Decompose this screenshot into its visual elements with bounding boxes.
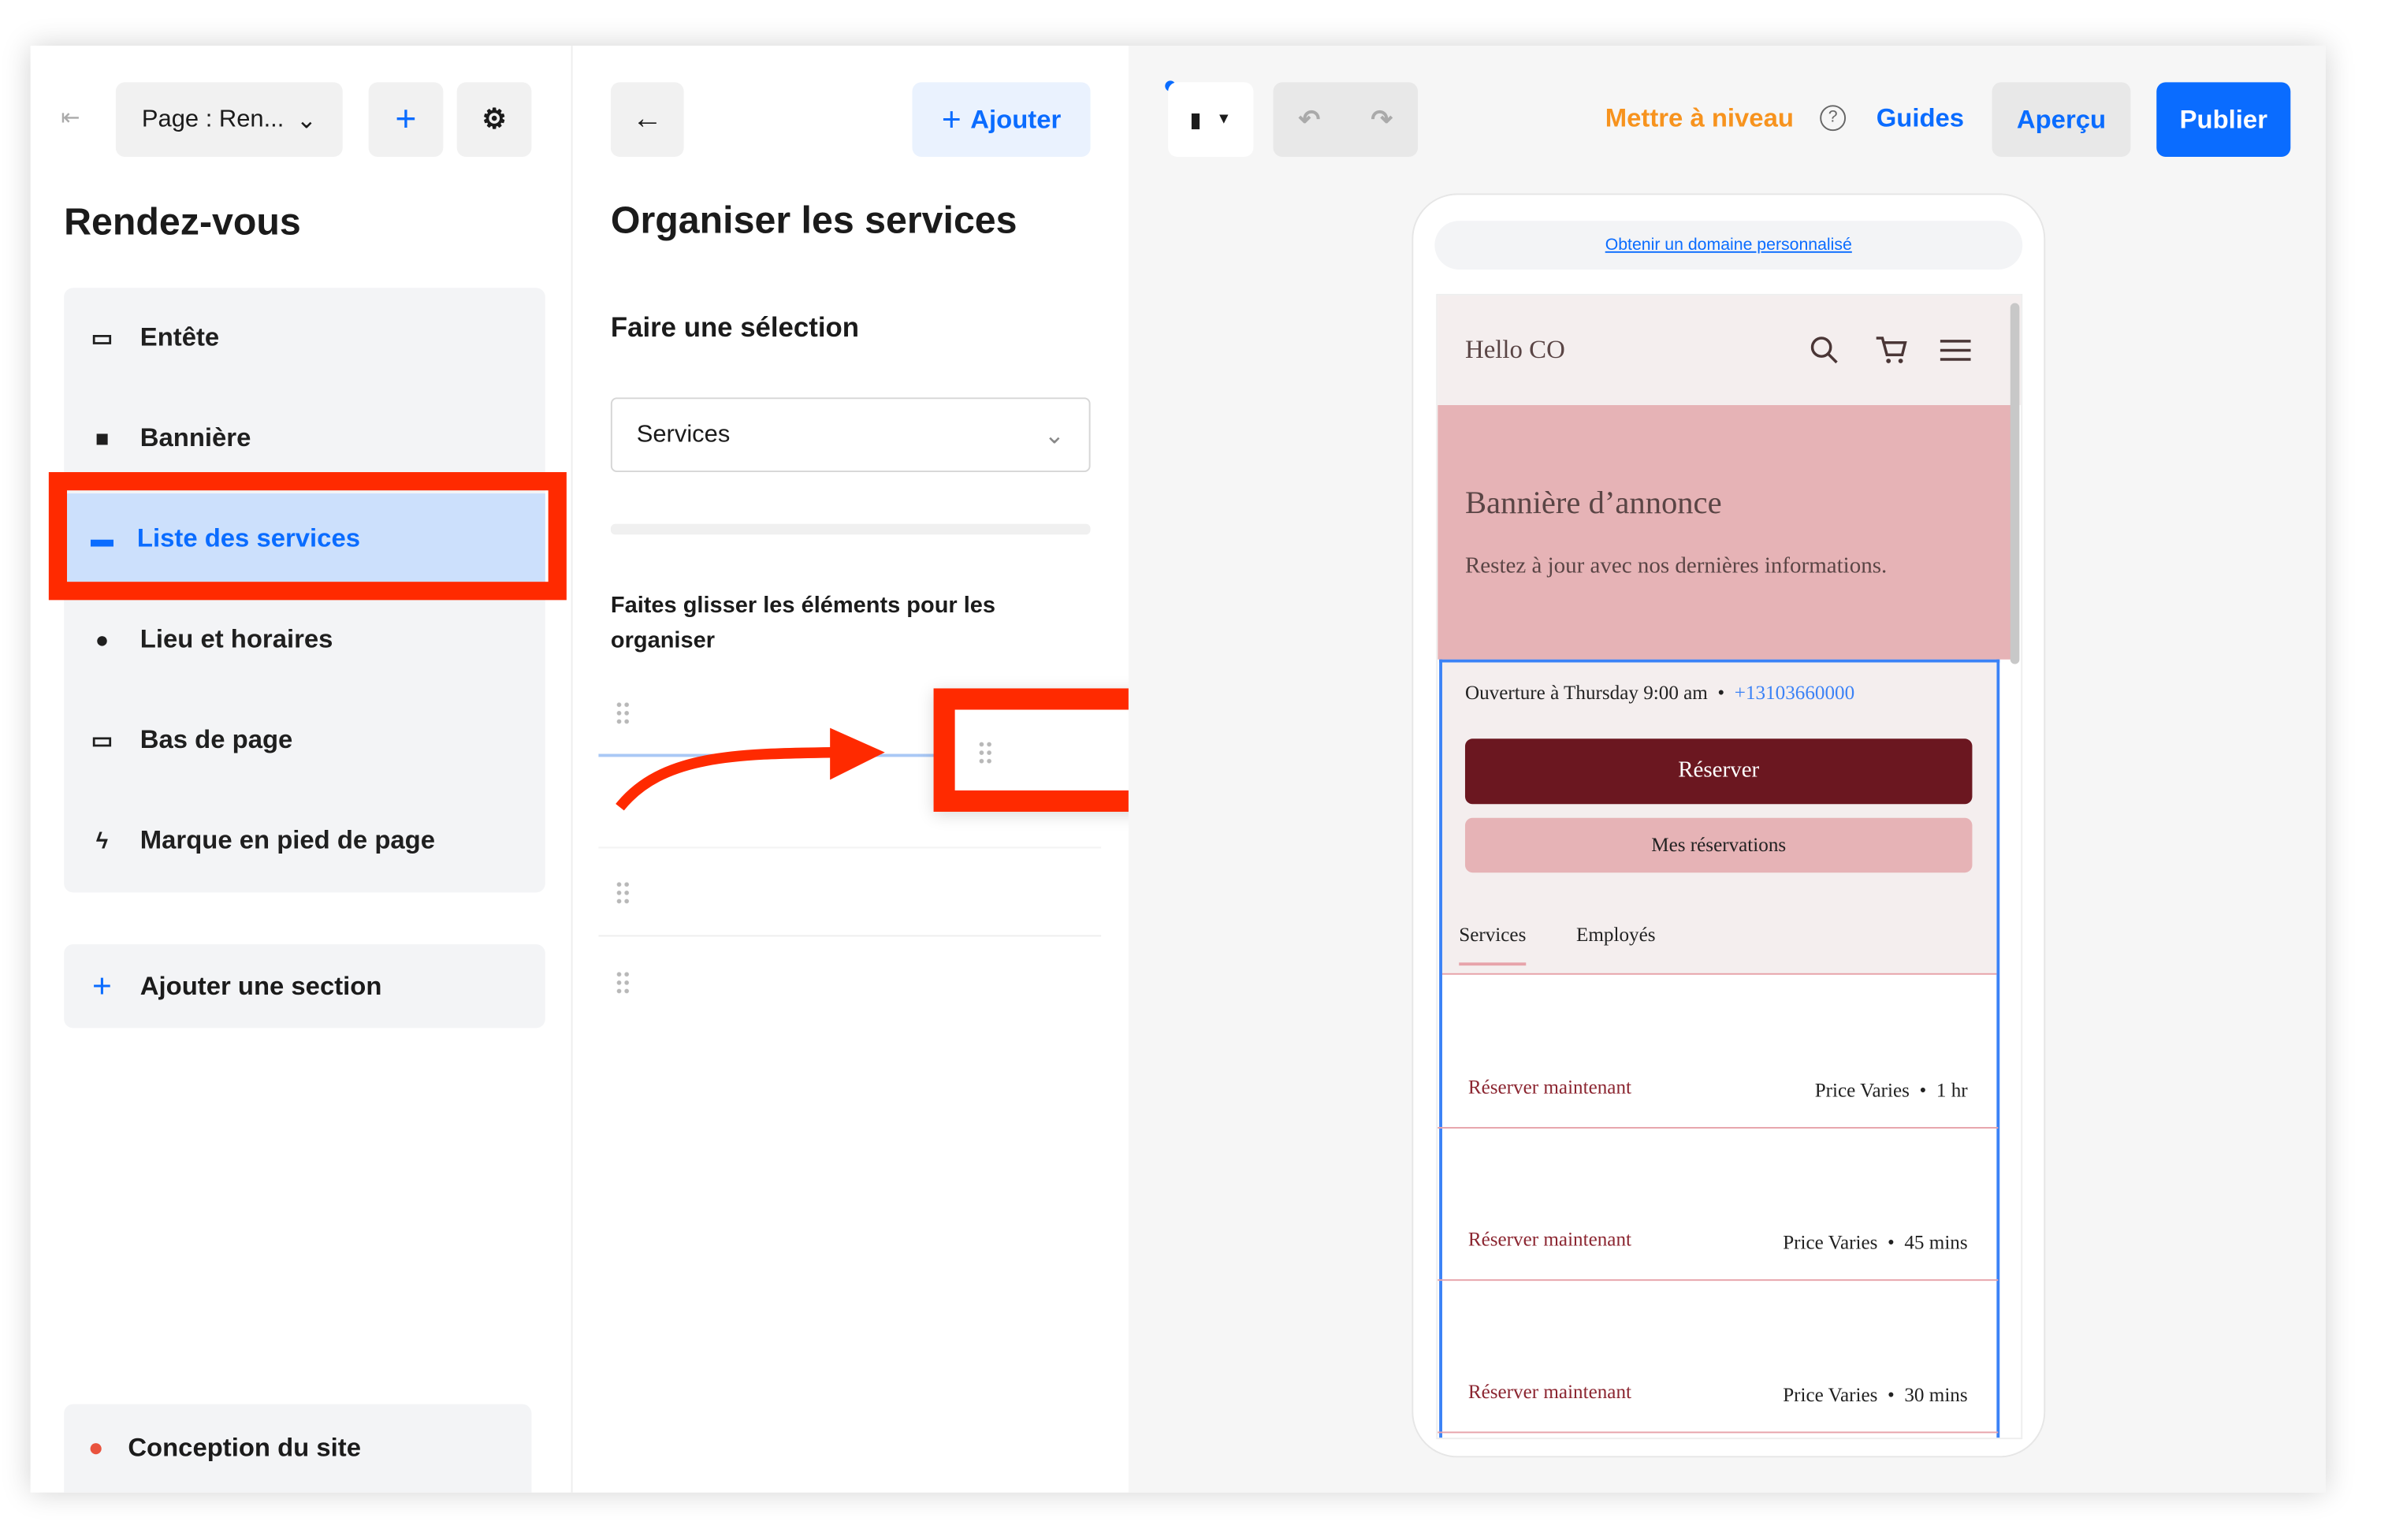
domain-banner: Obtenir un domaine personnalisé: [1434, 221, 2023, 270]
hours-text: Ouverture à Thursday 9:00 am • +13103660…: [1464, 680, 1855, 704]
book-now-link[interactable]: Réserver maintenant: [1468, 1075, 1631, 1099]
service-row[interactable]: Réserver maintenant Price Varies • 1 hr: [1438, 976, 1999, 1129]
book-now-link[interactable]: Réserver maintenant: [1468, 1380, 1631, 1404]
page-title: Rendez-vous: [64, 201, 301, 244]
menu-icon[interactable]: [1939, 338, 1973, 363]
guides-link[interactable]: Guides: [1877, 103, 1964, 134]
lightning-icon: ϟ: [95, 828, 109, 854]
divider: [598, 846, 1102, 849]
tab-services[interactable]: Services: [1459, 923, 1527, 966]
scrollbar[interactable]: [2010, 303, 2020, 664]
book-button[interactable]: Réserver: [1464, 738, 1973, 805]
book-now-link[interactable]: Réserver maintenant: [1468, 1228, 1631, 1252]
drag-handle-icon[interactable]: [977, 740, 993, 765]
preview-button[interactable]: Aperçu: [1992, 82, 2131, 158]
section-label: Bannière: [139, 423, 251, 452]
tab-employes[interactable]: Employés: [1576, 923, 1655, 947]
section-label: Lieu et horaires: [139, 624, 333, 653]
phone-link[interactable]: +13103660000: [1735, 681, 1854, 704]
mobile-icon: ▮: [1190, 107, 1201, 131]
site-name: Hello CO: [1464, 335, 1565, 364]
chevron-down-icon: ⌄: [296, 107, 317, 134]
annotation-highlight-box: [48, 472, 567, 601]
service-price: Price Varies: [1814, 1078, 1910, 1102]
palette-icon: ●: [87, 1433, 104, 1463]
section-label: Entête: [139, 322, 220, 352]
drag-hint: Faites glisser les éléments pour les org…: [610, 592, 996, 653]
add-section-button[interactable]: + Ajouter une section: [64, 944, 545, 1029]
domain-link[interactable]: Obtenir un domaine personnalisé: [1605, 236, 1852, 255]
divider: [598, 935, 1102, 937]
header-icon: ▭: [91, 325, 113, 352]
plus-icon: +: [92, 966, 112, 1005]
service-duration: 45 mins: [1904, 1230, 1968, 1254]
banner-text: Restez à jour avec nos dernières informa…: [1464, 554, 1888, 579]
plus-icon: +: [941, 99, 962, 138]
search-icon[interactable]: [1810, 335, 1840, 366]
loading-bar: [610, 523, 1091, 535]
help-icon[interactable]: ?: [1820, 105, 1847, 132]
section-item-bas-de-page[interactable]: ▭ Bas de page: [64, 694, 545, 786]
banner-title: Bannière d’annonce: [1464, 484, 1722, 521]
service-row[interactable]: Réserver maintenant Price Varies • 45 min…: [1438, 1129, 1999, 1281]
divider: [571, 45, 573, 1493]
drag-handle-icon[interactable]: [615, 969, 631, 995]
service-row[interactable]: Réserver maintenant Price Varies • 30 min…: [1438, 1281, 1999, 1434]
undo-icon[interactable]: ↶: [1299, 104, 1321, 135]
redo-icon[interactable]: ↷: [1371, 104, 1393, 135]
footer-icon: ▭: [91, 727, 113, 754]
device-select[interactable]: ▮ ▼: [1168, 82, 1254, 158]
section-item-lieu[interactable]: ● Lieu et horaires: [64, 594, 545, 686]
section-label: Bas de page: [139, 724, 293, 754]
site-design-label: Conception du site: [128, 1433, 361, 1463]
add-page-button[interactable]: +: [368, 82, 444, 158]
add-section-label: Ajouter une section: [139, 970, 382, 1000]
panel-title: Organiser les services: [610, 199, 1017, 243]
upgrade-link[interactable]: Mettre à niveau: [1605, 103, 1794, 134]
service-price: Price Varies: [1783, 1230, 1878, 1254]
gear-icon[interactable]: ⚙: [456, 82, 532, 158]
select-value: Services: [636, 421, 731, 448]
site-design-button[interactable]: ● Conception du site: [64, 1404, 532, 1493]
service-duration: 30 mins: [1904, 1382, 1968, 1406]
back-arrow-icon[interactable]: ←: [610, 82, 684, 158]
chevron-down-icon: ⌄: [1043, 422, 1065, 449]
add-button[interactable]: + Ajouter: [912, 82, 1091, 158]
hours: Ouverture à Thursday 9:00 am: [1464, 680, 1708, 704]
page-select-label: Page : Ren...: [141, 106, 285, 132]
location-pin-icon: ●: [95, 627, 110, 653]
announcement-banner: [1438, 405, 2012, 660]
annotation-arrow-icon: [616, 727, 885, 811]
caret-down-icon: ▼: [1216, 111, 1232, 128]
cart-icon[interactable]: [1875, 335, 1909, 366]
drag-handle-icon[interactable]: [615, 880, 631, 905]
bookmark-icon: ■: [95, 426, 110, 452]
select-label: Faire une sélection: [610, 312, 859, 343]
exit-icon[interactable]: ⇤: [61, 103, 80, 131]
section-item-marque[interactable]: ϟ Marque en pied de page: [64, 795, 545, 887]
section-item-entete[interactable]: ▭ Entête: [64, 292, 545, 384]
page-select[interactable]: Page : Ren... ⌄: [115, 82, 343, 158]
my-bookings-button[interactable]: Mes réservations: [1464, 817, 1973, 873]
add-button-label: Ajouter: [970, 104, 1062, 134]
section-item-banniere[interactable]: ■ Bannière: [64, 393, 545, 485]
history-buttons: ↶ ↷: [1273, 82, 1419, 158]
services-select[interactable]: Services ⌄: [610, 397, 1091, 473]
service-price: Price Varies: [1783, 1382, 1878, 1406]
section-label: Marque en pied de page: [139, 825, 436, 855]
publish-button[interactable]: Publier: [2156, 82, 2291, 158]
service-duration: 1 hr: [1936, 1078, 1968, 1102]
